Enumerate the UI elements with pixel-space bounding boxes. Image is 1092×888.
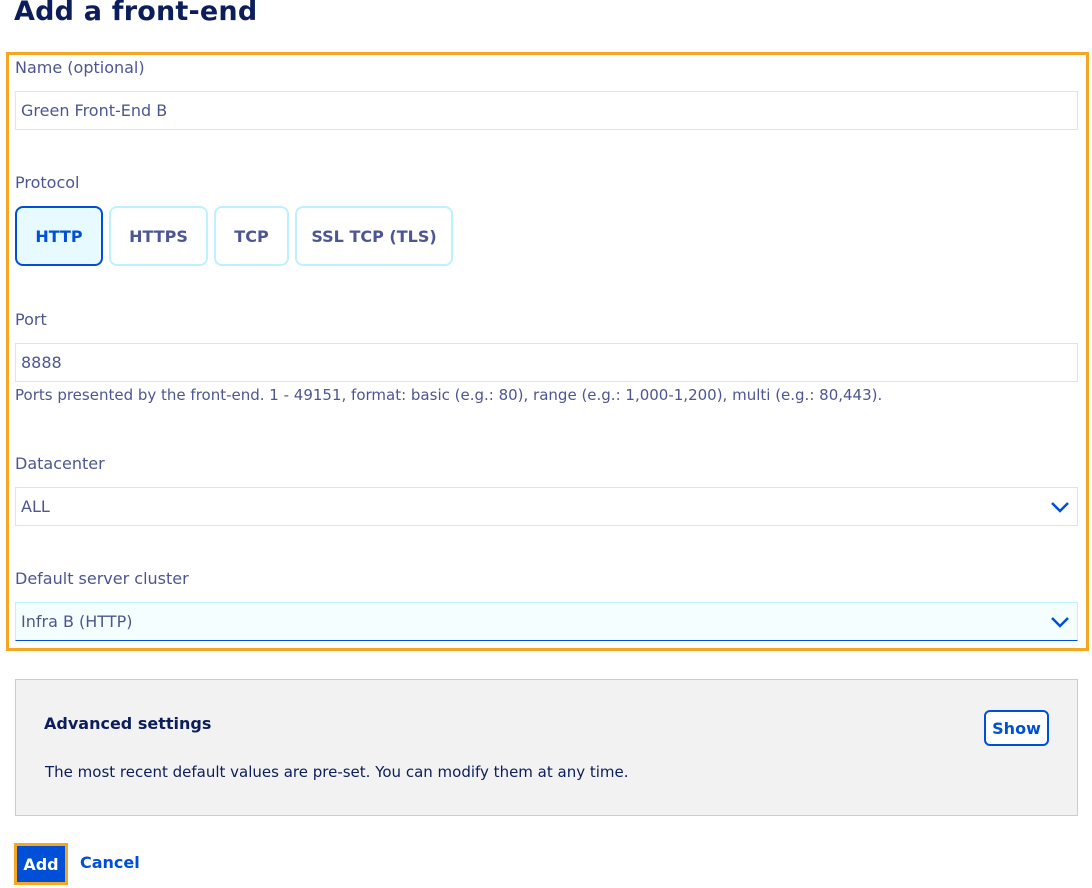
show-advanced-button[interactable]: Show <box>984 710 1049 746</box>
add-button[interactable]: Add <box>17 846 65 882</box>
protocol-https-button[interactable]: HTTPS <box>109 206 208 266</box>
datacenter-select[interactable]: ALL <box>15 487 1078 526</box>
protocol-label: Protocol <box>15 173 80 192</box>
page-title: Add a front-end <box>14 0 258 27</box>
advanced-settings-title: Advanced settings <box>44 714 212 733</box>
protocol-ssl-tcp-button[interactable]: SSL TCP (TLS) <box>295 206 453 266</box>
port-help-text: Ports presented by the front-end. 1 - 49… <box>15 386 883 404</box>
name-label: Name (optional) <box>15 58 145 77</box>
cluster-select[interactable]: Infra B (HTTP) <box>15 602 1078 641</box>
chevron-down-icon <box>1048 610 1072 634</box>
advanced-settings-panel: Advanced settings The most recent defaul… <box>15 679 1078 816</box>
protocol-http-button[interactable]: HTTP <box>15 206 103 266</box>
port-label: Port <box>15 310 47 329</box>
protocol-tcp-button[interactable]: TCP <box>214 206 289 266</box>
cluster-label: Default server cluster <box>15 569 189 588</box>
advanced-settings-description: The most recent default values are pre-s… <box>45 763 629 781</box>
datacenter-value: ALL <box>21 497 50 516</box>
protocol-selector: HTTP HTTPS TCP SSL TCP (TLS) <box>15 206 453 266</box>
name-input[interactable]: Green Front-End B <box>15 91 1078 130</box>
cancel-link[interactable]: Cancel <box>80 853 140 872</box>
port-input[interactable]: 8888 <box>15 343 1078 382</box>
add-button-focus: Add <box>14 843 68 885</box>
datacenter-label: Datacenter <box>15 454 105 473</box>
chevron-down-icon <box>1048 495 1072 519</box>
cluster-value: Infra B (HTTP) <box>21 612 133 631</box>
